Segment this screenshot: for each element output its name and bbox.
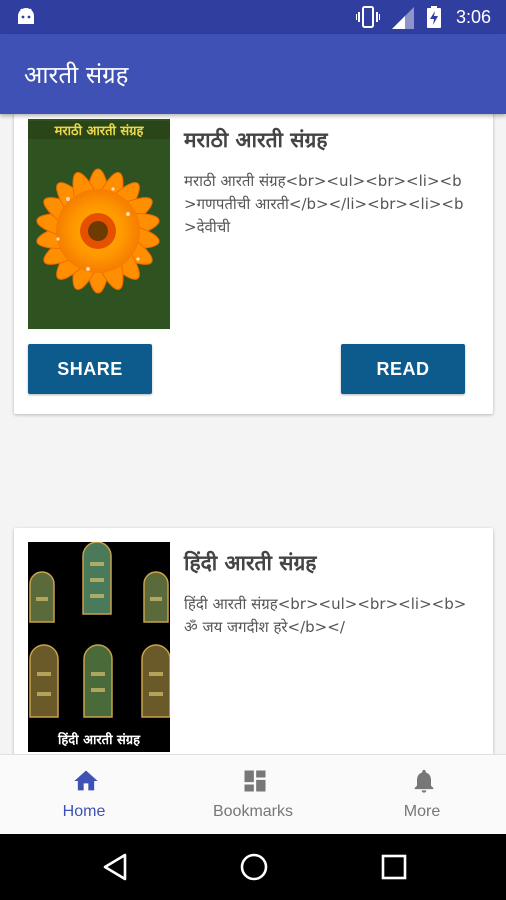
card-thumbnail[interactable]: मराठी आरती संग्रह	[28, 119, 170, 329]
card-description: मराठी आरती संग्रह<br><ul><br><li><b>गणपत…	[184, 172, 464, 236]
stained-glass-image	[28, 542, 170, 752]
thumbnail-caption: मराठी आरती संग्रह	[28, 121, 170, 139]
card-title: मराठी आरती संग्रह	[184, 128, 328, 152]
card-thumbnail[interactable]: हिंदी आरती संग्रह	[28, 542, 170, 752]
recents-icon[interactable]	[381, 852, 407, 882]
battery-charging-icon	[427, 6, 441, 28]
card-title: हिंदी आरती संग्रह	[184, 551, 317, 575]
nav-item-more[interactable]: More	[338, 755, 506, 835]
nav-item-bookmarks[interactable]: Bookmarks	[169, 755, 337, 835]
status-bar: 3:06	[0, 0, 506, 34]
thumbnail-caption: हिंदी आरती संग्रह	[58, 733, 140, 748]
home-icon	[74, 770, 98, 791]
bottom-navigation: Home Bookmarks More	[0, 754, 506, 834]
app-title: आरती संग्रह	[24, 61, 129, 89]
vibrate-icon	[356, 6, 380, 28]
app-bar: आरती संग्रह	[0, 34, 506, 114]
back-icon[interactable]	[101, 852, 129, 882]
android-icon	[18, 8, 34, 24]
bell-icon	[414, 769, 434, 793]
status-time: 3:06	[456, 7, 492, 27]
home-circle-icon[interactable]	[239, 852, 269, 882]
share-button[interactable]: SHARE	[28, 344, 152, 394]
flower-image	[28, 119, 170, 329]
aarti-card-marathi[interactable]: मराठी आरती संग्रह मराठी आरती संग्रह मराठ…	[14, 114, 493, 414]
nav-label-more: More	[403, 803, 441, 820]
system-navigation-bar	[0, 834, 506, 900]
nav-item-home[interactable]: Home	[0, 755, 168, 835]
card-description: हिंदी आरती संग्रह<br><ul><br><li><b>ॐ जय…	[184, 595, 467, 636]
nav-label-home: Home	[62, 803, 106, 820]
read-button[interactable]: READ	[341, 344, 465, 394]
card-list[interactable]: मराठी आरती संग्रह मराठी आरती संग्रह मराठ…	[0, 114, 506, 754]
dashboard-icon	[244, 770, 266, 792]
aarti-card-hindi[interactable]: हिंदी आरती संग्रह हिंदी आरती संग्रह हिंद…	[14, 528, 493, 754]
nav-label-bookmarks: Bookmarks	[212, 803, 294, 820]
signal-icon	[392, 7, 414, 29]
